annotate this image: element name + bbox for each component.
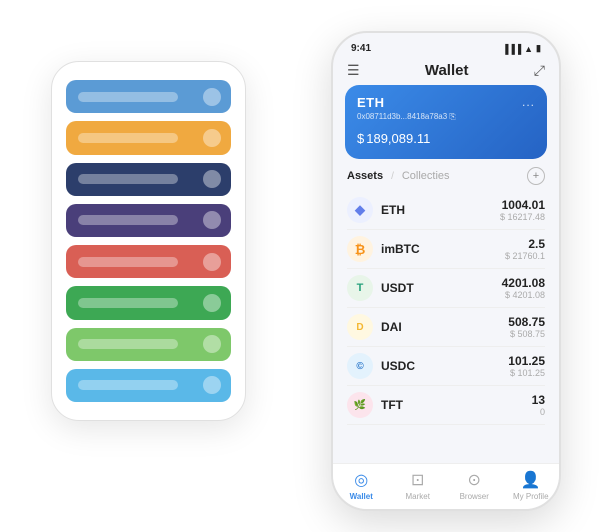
profile-nav-icon: 👤	[521, 470, 541, 490]
copy-icon[interactable]: ⎘	[449, 112, 455, 121]
wallet-nav-icon: ◎	[354, 470, 368, 490]
table-row[interactable]: D DAI 508.75 $ 508.75	[347, 308, 545, 347]
wifi-icon: ▲	[524, 44, 533, 54]
list-item[interactable]	[66, 245, 231, 278]
eth-icon: ◆	[347, 197, 373, 223]
asset-name-usdt: USDT	[381, 281, 414, 295]
asset-amount-dai: 508.75	[508, 315, 545, 329]
usdt-icon: T	[347, 275, 373, 301]
list-item[interactable]	[66, 286, 231, 319]
asset-value-imbtc: $ 21760.1	[505, 251, 545, 261]
time-display: 9:41	[351, 43, 371, 54]
phone-header: ☰ Wallet ⤢	[333, 58, 559, 85]
table-row[interactable]: 🌿 TFT 13 0	[347, 386, 545, 425]
nav-wallet[interactable]: ◎ Wallet	[333, 470, 390, 501]
tft-icon: 🌿	[347, 392, 373, 418]
nav-profile[interactable]: 👤 My Profile	[503, 470, 560, 501]
status-bar: 9:41 ▐▐▐ ▲ ▮	[333, 33, 559, 58]
profile-nav-label: My Profile	[513, 492, 549, 501]
market-nav-icon: ⊡	[411, 470, 424, 490]
list-item[interactable]	[66, 163, 231, 196]
asset-amount-eth: 1004.01	[500, 198, 545, 212]
assets-tabs: Assets / Collecties	[347, 170, 450, 182]
asset-value-eth: $ 16217.48	[500, 212, 545, 222]
asset-value-tft: 0	[532, 407, 545, 417]
eth-card-menu[interactable]: ...	[522, 95, 535, 109]
asset-name-dai: DAI	[381, 320, 402, 334]
wallet-nav-label: Wallet	[350, 492, 373, 501]
browser-nav-label: Browser	[460, 492, 489, 501]
asset-list: ◆ ETH 1004.01 $ 16217.48 ₿ imBTC 2.5 $ 2…	[333, 191, 559, 463]
nav-market[interactable]: ⊡ Market	[390, 470, 447, 501]
asset-name-usdc: USDC	[381, 359, 415, 373]
battery-icon: ▮	[536, 43, 541, 54]
asset-value-usdc: $ 101.25	[508, 368, 545, 378]
list-item[interactable]	[66, 121, 231, 154]
list-item[interactable]	[66, 369, 231, 402]
dai-icon: D	[347, 314, 373, 340]
asset-name-eth: ETH	[381, 203, 405, 217]
tab-collecties[interactable]: Collecties	[402, 170, 450, 182]
status-icons: ▐▐▐ ▲ ▮	[502, 43, 541, 54]
assets-header: Assets / Collecties +	[333, 167, 559, 191]
table-row[interactable]: ◆ ETH 1004.01 $ 16217.48	[347, 191, 545, 230]
imbtc-icon: ₿	[347, 236, 373, 262]
list-item[interactable]	[66, 204, 231, 237]
list-item[interactable]	[66, 328, 231, 361]
eth-card-address: 0x08711d3b...8418a78a3 ⎘	[357, 112, 535, 122]
nav-browser[interactable]: ⊙ Browser	[446, 470, 503, 501]
asset-amount-imbtc: 2.5	[505, 237, 545, 251]
signal-icon: ▐▐▐	[502, 44, 521, 54]
asset-amount-usdt: 4201.08	[502, 276, 545, 290]
tab-assets[interactable]: Assets	[347, 170, 383, 182]
table-row[interactable]: T USDT 4201.08 $ 4201.08	[347, 269, 545, 308]
browser-nav-icon: ⊙	[468, 470, 481, 490]
scene: 9:41 ▐▐▐ ▲ ▮ ☰ Wallet ⤢ ... ETH 0x08711d…	[21, 21, 581, 511]
asset-amount-usdc: 101.25	[508, 354, 545, 368]
asset-value-usdt: $ 4201.08	[502, 290, 545, 300]
usdc-icon: ©	[347, 353, 373, 379]
list-item[interactable]	[66, 80, 231, 113]
page-title: Wallet	[360, 62, 534, 79]
bottom-nav: ◎ Wallet ⊡ Market ⊙ Browser 👤 My Profile	[333, 463, 559, 509]
asset-amount-tft: 13	[532, 393, 545, 407]
table-row[interactable]: © USDC 101.25 $ 101.25	[347, 347, 545, 386]
phone-front: 9:41 ▐▐▐ ▲ ▮ ☰ Wallet ⤢ ... ETH 0x08711d…	[331, 31, 561, 511]
add-asset-button[interactable]: +	[527, 167, 545, 185]
asset-name-imbtc: imBTC	[381, 242, 420, 256]
menu-icon[interactable]: ☰	[347, 62, 360, 79]
eth-card[interactable]: ... ETH 0x08711d3b...8418a78a3 ⎘ $189,08…	[345, 85, 547, 159]
expand-icon[interactable]: ⤢	[534, 62, 545, 79]
eth-card-title: ETH	[357, 95, 535, 110]
table-row[interactable]: ₿ imBTC 2.5 $ 21760.1	[347, 230, 545, 269]
asset-name-tft: TFT	[381, 398, 403, 412]
eth-card-amount: $189,089.11	[357, 126, 535, 149]
asset-value-dai: $ 508.75	[508, 329, 545, 339]
phone-back	[51, 61, 246, 421]
market-nav-label: Market	[406, 492, 430, 501]
